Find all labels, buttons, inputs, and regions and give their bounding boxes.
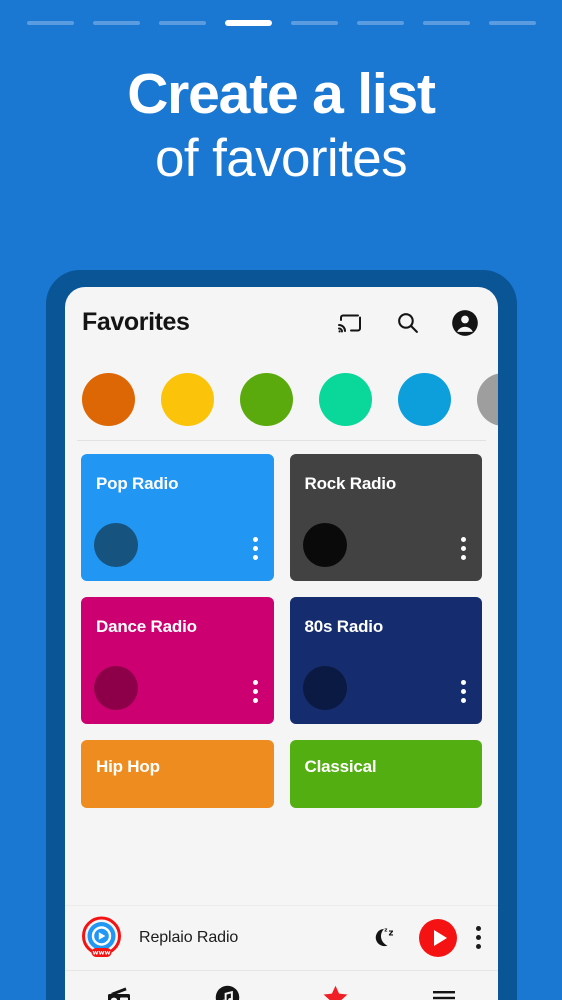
now-playing-station-name: Replaio Radio (139, 928, 239, 946)
pagination-dash-3[interactable] (158, 21, 206, 25)
nav-item-favorites[interactable]: Favorites (282, 984, 390, 1000)
color-chip-light-blue[interactable] (398, 372, 451, 426)
pagination-dash-7[interactable] (422, 21, 470, 25)
station-tile-blob (302, 523, 347, 567)
station-tile-title: Dance Radio (96, 617, 197, 636)
station-tile-dance-radio[interactable]: Dance Radio (81, 597, 274, 724)
station-tile-title: Rock Radio (304, 474, 397, 493)
replaio-logo-icon: www (79, 915, 124, 960)
tile-row: Dance Radio 80s Radio (81, 597, 482, 724)
search-icon[interactable] (392, 308, 422, 338)
station-tile-80s-radio[interactable]: 80s Radio (289, 597, 482, 724)
phone-screen: Favorites Pop Radio Rock Radio Dance Rad… (65, 287, 498, 1000)
page-title: Favorites (82, 308, 190, 336)
station-tile-rock-radio[interactable]: Rock Radio (289, 454, 482, 581)
station-tile-menu-icon[interactable] (252, 537, 258, 560)
play-triangle-icon (433, 929, 447, 946)
promo-headline: Create a list of favorites (0, 62, 562, 188)
tile-row: Hip Hop Classical (81, 740, 482, 808)
color-filter-row[interactable] (65, 358, 498, 440)
station-tile-classical[interactable]: Classical (289, 740, 482, 808)
station-tile-title: 80s Radio (304, 617, 384, 636)
app-header: Favorites (65, 287, 498, 358)
onboarding-pagination (0, 0, 562, 46)
hamburger-icon (430, 984, 457, 1000)
promo-headline-line-1: Create a list (127, 62, 436, 126)
station-tile-title: Classical (304, 757, 377, 776)
pagination-dash-1[interactable] (26, 21, 74, 25)
cast-icon[interactable] (334, 308, 364, 338)
phone-mockup-frame: Favorites Pop Radio Rock Radio Dance Rad… (46, 270, 517, 1000)
color-chip-orange[interactable] (82, 372, 135, 426)
star-icon (322, 984, 349, 1000)
logo-www-badge-text: www (92, 949, 110, 957)
pagination-dash-8[interactable] (488, 21, 536, 25)
station-tile-menu-icon[interactable] (252, 680, 258, 703)
station-tile-hip-hop[interactable]: Hip Hop (81, 740, 274, 808)
play-button[interactable] (419, 918, 457, 957)
svg-text:z: z (384, 927, 387, 933)
nav-item-music[interactable]: Music (173, 984, 281, 1000)
station-tile-pop-radio[interactable]: Pop Radio (81, 454, 274, 581)
station-tile-title: Hip Hop (96, 757, 160, 776)
promo-headline-line-2: of favorites (154, 129, 408, 188)
station-tile-menu-icon[interactable] (461, 680, 466, 703)
nav-item-radio[interactable]: Radio (65, 984, 173, 1000)
radio-icon (106, 984, 133, 1000)
color-chip-amber[interactable] (161, 372, 214, 426)
station-tile-blob (302, 666, 347, 710)
bottom-navigation-bar: Radio Music (65, 970, 498, 1000)
station-tile-grid: Pop Radio Rock Radio Dance Radio 80s Rad… (65, 441, 498, 808)
sleep-timer-icon[interactable]: z z (369, 923, 399, 953)
pagination-dash-2[interactable] (92, 21, 140, 25)
tile-row: Pop Radio Rock Radio (81, 454, 482, 581)
svg-text:z: z (389, 928, 394, 938)
station-tile-blob (94, 666, 138, 710)
station-tile-blob (94, 523, 138, 567)
pagination-dash-5[interactable] (290, 21, 338, 25)
account-icon[interactable] (450, 308, 480, 338)
player-overflow-menu-icon[interactable] (476, 926, 481, 949)
nav-item-more[interactable]: More (390, 984, 498, 1000)
station-tile-menu-icon[interactable] (461, 537, 466, 560)
station-tile-title: Pop Radio (96, 474, 179, 493)
pagination-dash-6[interactable] (356, 21, 404, 25)
color-chip-spring-green[interactable] (319, 372, 372, 426)
now-playing-bar[interactable]: www Replaio Radio z z (65, 905, 498, 969)
pagination-dash-4-active[interactable] (224, 20, 272, 26)
color-chip-green[interactable] (240, 372, 293, 426)
music-note-icon (214, 984, 241, 1000)
color-chip-gray[interactable] (477, 372, 498, 426)
